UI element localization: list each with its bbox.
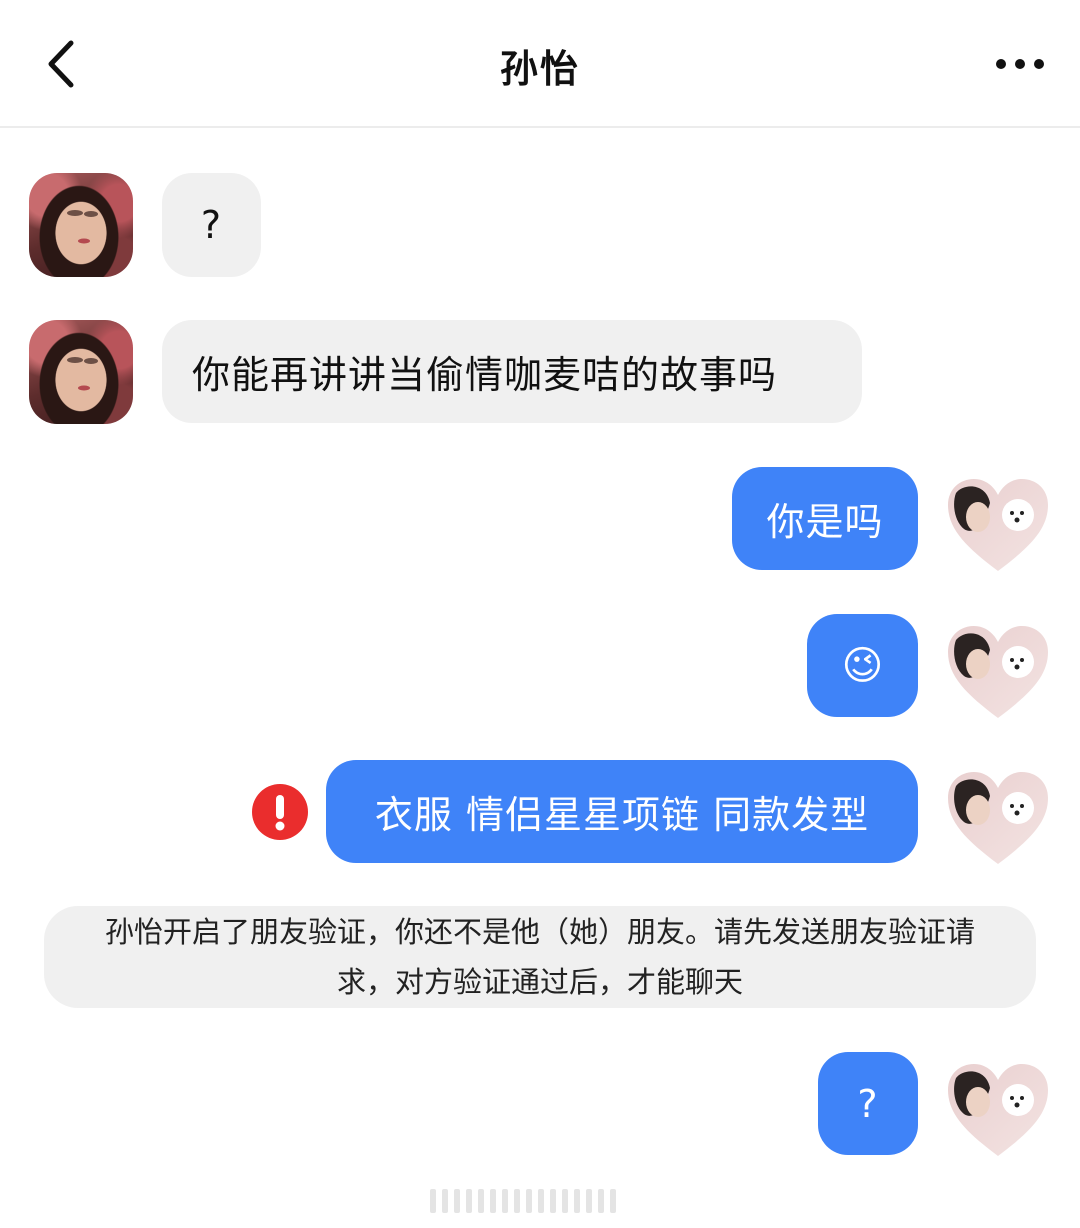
contact-avatar-image <box>67 210 98 244</box>
more-button[interactable] <box>990 44 1050 84</box>
chat-screen: 孙怡 ? 你能再讲讲当偷情咖麦咭的故事吗 你是吗 😉 衣服 情侣星星项链 同款发… <box>0 0 1080 1228</box>
outgoing-message-bubble[interactable]: 你是吗 <box>732 467 918 570</box>
message-text: ? <box>857 1081 879 1126</box>
message-text: 衣服 情侣星星项链 同款发型 <box>374 793 870 837</box>
watermark <box>430 1186 650 1216</box>
my-avatar[interactable] <box>946 770 1050 866</box>
incoming-message-bubble[interactable]: 你能再讲讲当偷情咖麦咭的故事吗 <box>162 320 862 423</box>
outgoing-message-bubble[interactable]: ? <box>818 1052 918 1155</box>
contact-avatar[interactable] <box>29 320 133 424</box>
my-avatar[interactable] <box>946 477 1050 573</box>
message-text: 你是吗 <box>766 500 884 544</box>
outgoing-message-bubble[interactable]: 衣服 情侣星星项链 同款发型 <box>326 760 918 863</box>
my-avatar[interactable] <box>946 1062 1050 1158</box>
notice-line-1: 孙怡开启了朋友验证，你还不是他（她）朋友。请先发送朋友验证请 <box>104 915 975 949</box>
message-text: ? <box>200 203 223 247</box>
message-text: 你能再讲讲当偷情咖麦咭的故事吗 <box>192 353 778 397</box>
exclamation-icon <box>275 795 285 831</box>
outgoing-message-bubble[interactable]: 😉 <box>807 614 918 717</box>
incoming-message-bubble[interactable]: ? <box>162 173 261 277</box>
contact-avatar-image <box>67 357 98 391</box>
my-avatar[interactable] <box>946 624 1050 720</box>
send-failed-icon[interactable] <box>252 784 308 840</box>
wink-emoji: 😉 <box>841 642 884 689</box>
notice-line-2: 求，对方验证通过后，才能聊天 <box>336 965 743 999</box>
contact-avatar[interactable] <box>29 173 133 277</box>
more-horizontal-icon <box>996 59 1044 69</box>
chat-title: 孙怡 <box>499 47 580 91</box>
friend-verification-notice: 孙怡开启了朋友验证，你还不是他（她）朋友。请先发送朋友验证请 求，对方验证通过后… <box>44 906 1036 1008</box>
chat-header: 孙怡 <box>0 0 1080 128</box>
